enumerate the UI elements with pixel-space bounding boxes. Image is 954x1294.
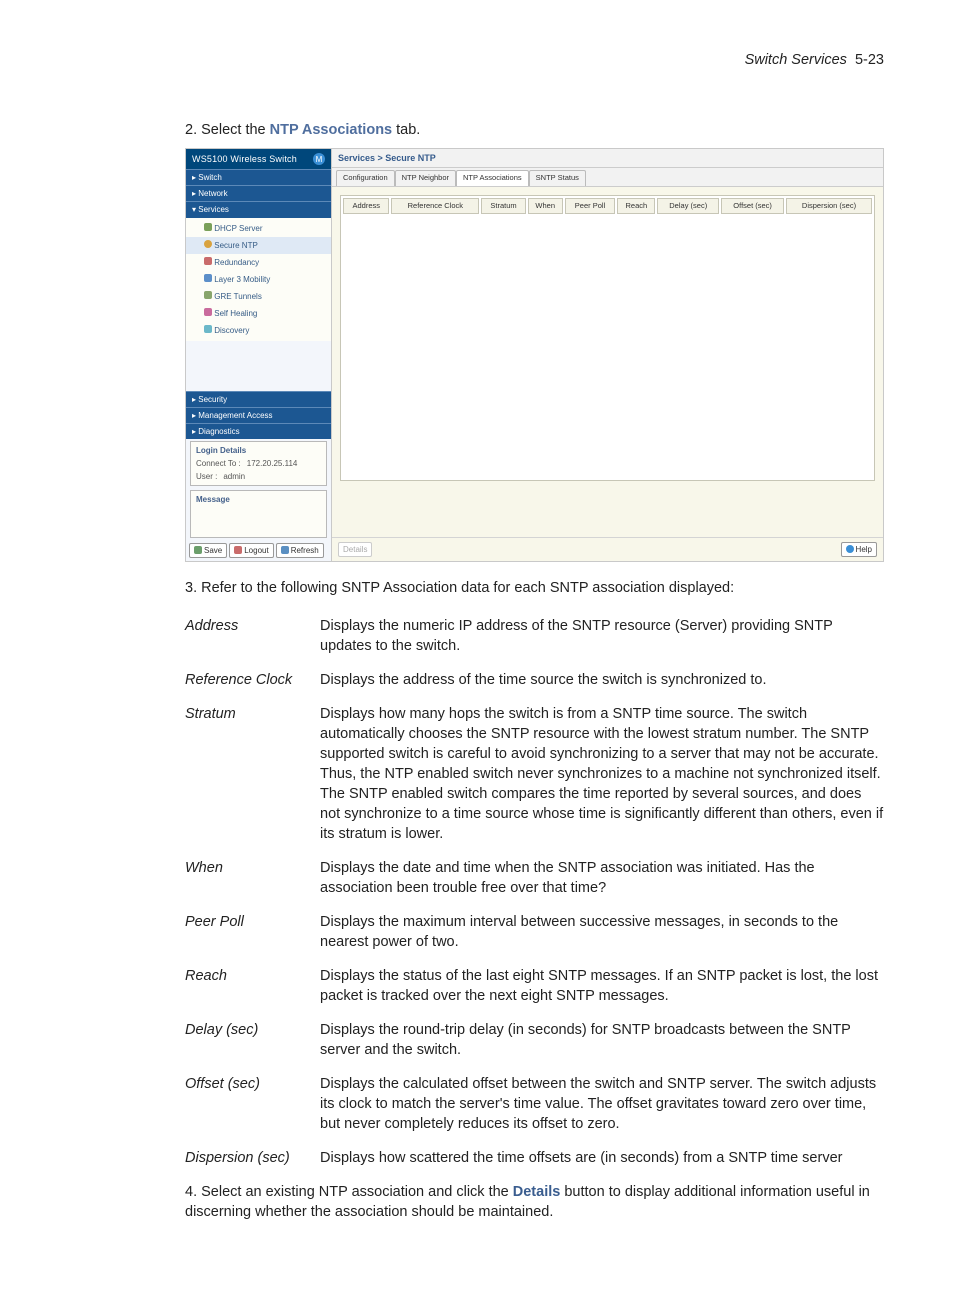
- definition-list: AddressDisplays the numeric IP address o…: [185, 616, 884, 1168]
- term-offset: Offset (sec): [185, 1074, 320, 1134]
- def-address: Displays the numeric IP address of the S…: [320, 616, 884, 656]
- col-peer-poll[interactable]: Peer Poll: [565, 198, 616, 214]
- step-4-prefix: 4. Select an existing NTP association an…: [185, 1184, 513, 1200]
- term-dispersion: Dispersion (sec): [185, 1148, 320, 1168]
- tree-item-gre-tunnels[interactable]: GRE Tunnels: [186, 288, 331, 305]
- def-offset: Displays the calculated offset between t…: [320, 1074, 884, 1134]
- save-button[interactable]: Save: [189, 543, 227, 558]
- step-2: 2. Select the NTP Associations tab.: [185, 120, 884, 140]
- def-dispersion: Displays how scattered the time offsets …: [320, 1148, 884, 1168]
- tree-item-dhcp[interactable]: DHCP Server: [186, 220, 331, 237]
- def-stratum: Displays how many hops the switch is fro…: [320, 704, 884, 844]
- associations-table[interactable]: Address Reference Clock Stratum When Pee…: [340, 195, 875, 481]
- sidebar-item-management[interactable]: ▸ Management Access: [186, 407, 331, 423]
- def-delay: Displays the round-trip delay (in second…: [320, 1020, 884, 1060]
- app-screenshot: WS5100 Wireless Switch M ▸ Switch ▸ Netw…: [185, 148, 884, 562]
- details-button[interactable]: Details: [338, 542, 372, 557]
- step-2-suffix: tab.: [392, 122, 420, 138]
- term-when: When: [185, 858, 320, 898]
- brand-text: WS5100 Wireless Switch: [192, 153, 297, 165]
- def-when: Displays the date and time when the SNTP…: [320, 858, 884, 898]
- step-4: 4. Select an existing NTP association an…: [185, 1182, 884, 1222]
- user-value: admin: [223, 471, 245, 482]
- term-address: Address: [185, 616, 320, 656]
- term-reach: Reach: [185, 966, 320, 1006]
- message-title: Message: [196, 494, 321, 505]
- help-icon: [846, 545, 854, 553]
- refresh-button[interactable]: Refresh: [276, 543, 324, 558]
- term-peer-poll: Peer Poll: [185, 912, 320, 952]
- login-details-box: Login Details Connect To :172.20.25.114 …: [190, 441, 327, 486]
- tree-item-discovery[interactable]: Discovery: [186, 322, 331, 339]
- def-reach: Displays the status of the last eight SN…: [320, 966, 884, 1006]
- tree-item-redundancy[interactable]: Redundancy: [186, 254, 331, 271]
- save-icon: [194, 546, 202, 554]
- sidebar-item-network[interactable]: ▸ Network: [186, 185, 331, 201]
- brand-bar: WS5100 Wireless Switch M: [186, 149, 331, 169]
- col-reach[interactable]: Reach: [617, 198, 655, 214]
- tree-item-l3-mobility[interactable]: Layer 3 Mobility: [186, 271, 331, 288]
- brand-logo-icon: M: [313, 153, 325, 165]
- login-details-title: Login Details: [196, 445, 321, 456]
- tab-bar: Configuration NTP Neighbor NTP Associati…: [332, 168, 883, 186]
- term-reference-clock: Reference Clock: [185, 670, 320, 690]
- sidebar: WS5100 Wireless Switch M ▸ Switch ▸ Netw…: [186, 149, 332, 561]
- ntp-associations-label: NTP Associations: [270, 122, 392, 138]
- header-page-no: 5-23: [855, 52, 884, 68]
- col-address[interactable]: Address: [343, 198, 389, 214]
- sidebar-item-services[interactable]: ▾ Services: [186, 201, 331, 217]
- def-peer-poll: Displays the maximum interval between su…: [320, 912, 884, 952]
- step-3: 3. Refer to the following SNTP Associati…: [185, 578, 884, 598]
- logout-button[interactable]: Logout: [229, 543, 273, 558]
- term-stratum: Stratum: [185, 704, 320, 844]
- sidebar-item-switch[interactable]: ▸ Switch: [186, 169, 331, 185]
- col-when[interactable]: When: [528, 198, 563, 214]
- step-2-prefix: 2. Select the: [185, 122, 270, 138]
- message-box: Message: [190, 490, 327, 538]
- user-label: User :: [196, 471, 217, 482]
- logout-icon: [234, 546, 242, 554]
- tab-ntp-neighbor[interactable]: NTP Neighbor: [395, 170, 456, 185]
- sidebar-item-security[interactable]: ▸ Security: [186, 391, 331, 407]
- col-offset[interactable]: Offset (sec): [721, 198, 784, 214]
- header-section: Switch Services: [745, 52, 847, 68]
- tab-configuration[interactable]: Configuration: [336, 170, 395, 185]
- tab-sntp-status[interactable]: SNTP Status: [529, 170, 586, 185]
- page-header: Switch Services 5-23: [70, 50, 884, 70]
- col-stratum[interactable]: Stratum: [481, 198, 526, 214]
- breadcrumb: Services > Secure NTP: [332, 149, 883, 168]
- sidebar-item-diagnostics[interactable]: ▸ Diagnostics: [186, 423, 331, 439]
- term-delay: Delay (sec): [185, 1020, 320, 1060]
- def-reference-clock: Displays the address of the time source …: [320, 670, 884, 690]
- connect-to-value: 172.20.25.114: [247, 458, 298, 469]
- details-label: Details: [513, 1184, 561, 1200]
- tree-item-self-healing[interactable]: Self Healing: [186, 305, 331, 322]
- tree-item-secure-ntp[interactable]: Secure NTP: [186, 237, 331, 254]
- refresh-icon: [281, 546, 289, 554]
- col-reference-clock[interactable]: Reference Clock: [391, 198, 479, 214]
- tab-ntp-associations[interactable]: NTP Associations: [456, 170, 529, 185]
- connect-to-label: Connect To :: [196, 458, 241, 469]
- col-dispersion[interactable]: Dispersion (sec): [786, 198, 872, 214]
- col-delay[interactable]: Delay (sec): [657, 198, 719, 214]
- help-button[interactable]: Help: [841, 542, 877, 557]
